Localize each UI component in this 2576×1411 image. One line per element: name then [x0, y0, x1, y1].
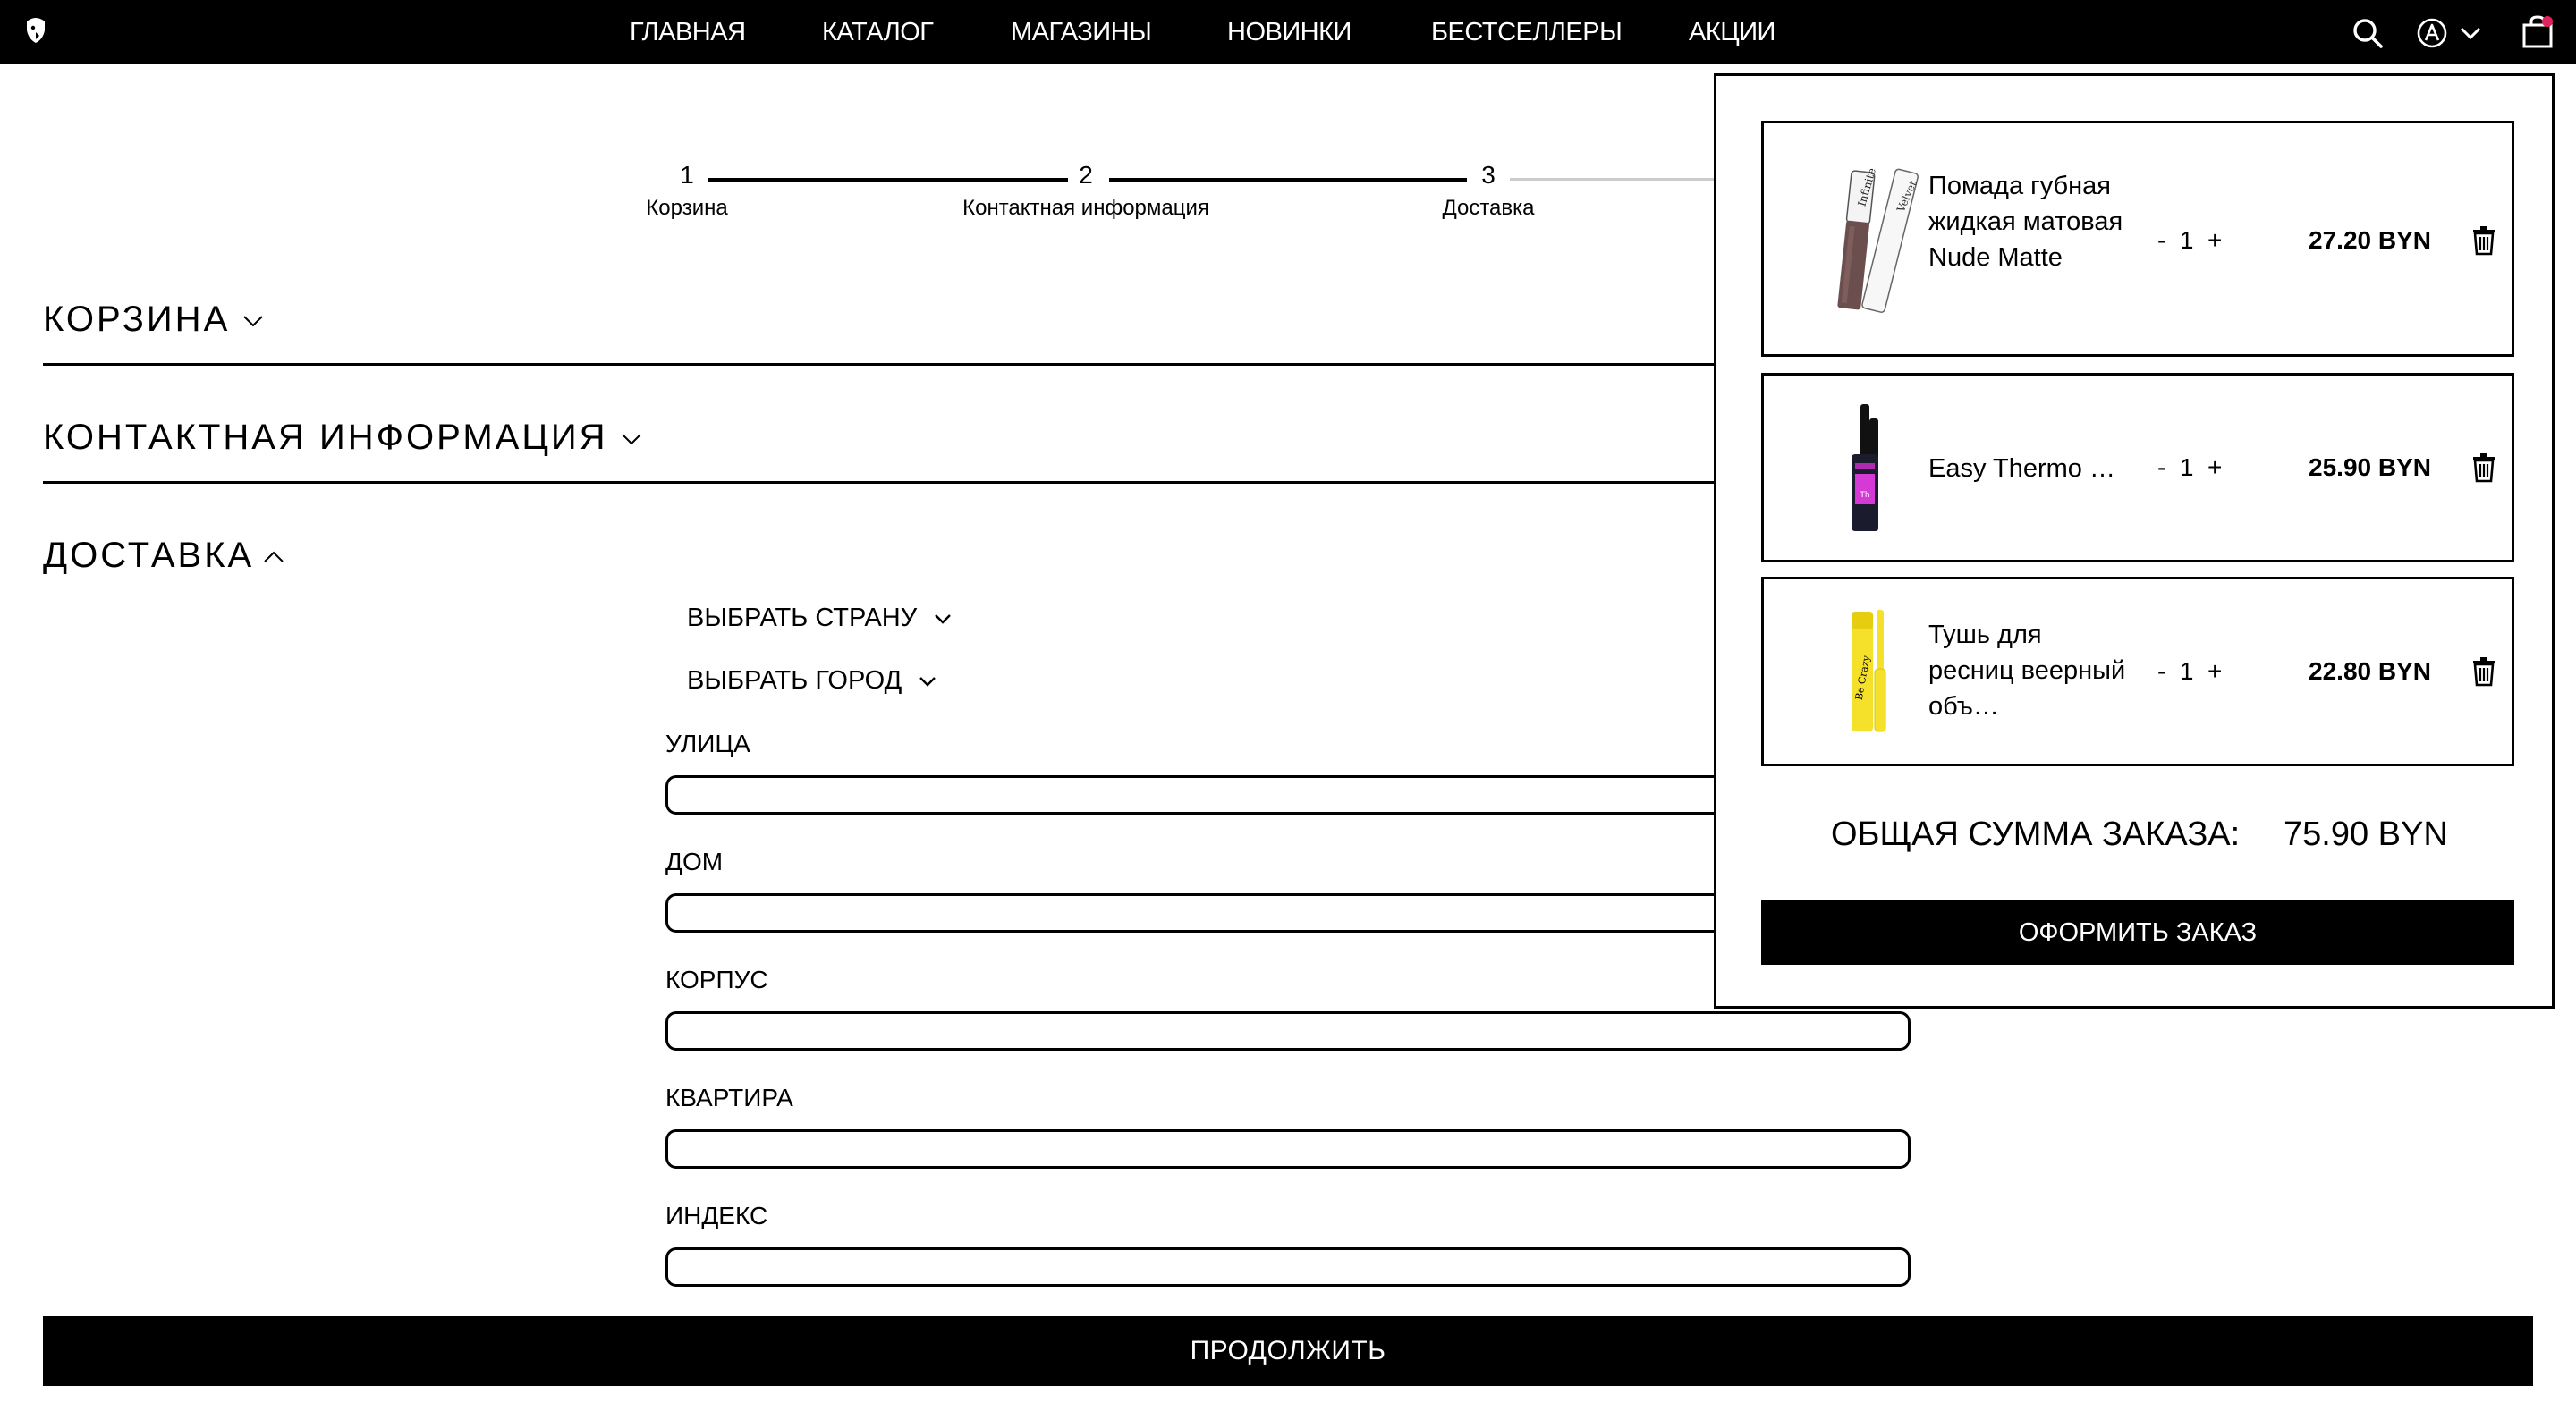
city-select-label: ВЫБРАТЬ ГОРОД: [687, 666, 902, 695]
country-select-label: ВЫБРАТЬ СТРАНУ: [687, 604, 918, 632]
product-image-mascara-thermo[interactable]: Th: [1818, 401, 1925, 535]
section-divider: [43, 481, 1832, 484]
nav-item-sales[interactable]: АКЦИИ: [1689, 18, 1775, 46]
trash-icon[interactable]: [2470, 225, 2497, 256]
section-divider: [43, 363, 1832, 366]
account-icon[interactable]: [2415, 16, 2449, 50]
trash-icon[interactable]: [2470, 452, 2497, 483]
apartment-label: КВАРТИРА: [665, 1084, 793, 1111]
quantity-value: 1: [2179, 226, 2194, 254]
chevron-down-icon: [243, 316, 263, 327]
postcode-label: ИНДЕКС: [665, 1202, 768, 1229]
cart-item-name[interactable]: Помада губная жидкая матовая Nude Matte: [1928, 168, 2134, 275]
step-connector-1: [708, 178, 1068, 182]
increase-quantity-button[interactable]: +: [2207, 225, 2222, 256]
product-image-mascara-yellow[interactable]: Be Crazy: [1818, 606, 1925, 737]
step-label-delivery[interactable]: Доставка: [1417, 195, 1560, 222]
top-navigation: ГЛАВНАЯ КАТАЛОГ МАГАЗИНЫ НОВИНКИ БЕСТСЕЛ…: [0, 0, 2576, 64]
chevron-down-icon[interactable]: [2458, 16, 2483, 50]
order-total-label: ОБЩАЯ СУММА ЗАКАЗА:: [1831, 815, 2241, 853]
quantity-stepper: - 1 +: [2157, 452, 2222, 483]
apartment-input[interactable]: [665, 1129, 1911, 1169]
trash-icon[interactable]: [2470, 656, 2497, 687]
house-label: ДОМ: [665, 848, 724, 875]
nav-item-stores[interactable]: МАГАЗИНЫ: [1011, 18, 1152, 46]
decrease-quantity-button[interactable]: -: [2157, 452, 2165, 483]
cart-item-price: 25.90 BYN: [2309, 453, 2431, 481]
order-total-value: 75.90 BYN: [2284, 815, 2448, 853]
cart-dropdown: Infinite Velvet Помада губная жидкая мат…: [1714, 73, 2555, 1009]
section-delivery-header[interactable]: ДОСТАВКА: [43, 535, 284, 576]
step-label-contact[interactable]: Контактная информация: [943, 195, 1229, 222]
step-connector-2: [1109, 178, 1467, 182]
nav-item-bestsellers[interactable]: БЕСТСЕЛЛЕРЫ: [1431, 18, 1623, 46]
increase-quantity-button[interactable]: +: [2207, 656, 2222, 687]
section-cart-title: КОРЗИНА: [43, 300, 231, 339]
section-contact-header[interactable]: КОНТАКТНАЯ ИНФОРМАЦИЯ: [43, 417, 642, 458]
cart-item: Infinite Velvet Помада губная жидкая мат…: [1761, 121, 2514, 357]
cart-item: Be Crazy Тушь для ресниц веерный объ… - …: [1761, 577, 2514, 766]
step-label-cart[interactable]: Корзина: [617, 195, 757, 222]
section-cart-header[interactable]: КОРЗИНА: [43, 299, 264, 340]
chevron-down-icon: [621, 434, 641, 445]
section-contact-title: КОНТАКТНАЯ ИНФОРМАЦИЯ: [43, 418, 608, 457]
search-icon[interactable]: [2351, 16, 2385, 50]
step-connector-3: [1510, 178, 1716, 181]
country-select[interactable]: ВЫБРАТЬ СТРАНУ: [687, 603, 953, 633]
shopping-bag-icon[interactable]: [2521, 14, 2555, 48]
section-delivery-title: ДОСТАВКА: [43, 536, 255, 575]
quantity-value: 1: [2179, 453, 2194, 481]
nav-item-new[interactable]: НОВИНКИ: [1227, 18, 1352, 46]
nav-item-home[interactable]: ГЛАВНАЯ: [630, 18, 746, 46]
chevron-up-icon: [264, 552, 284, 563]
product-image-lipstick[interactable]: Infinite Velvet: [1818, 161, 1925, 322]
street-label: УЛИЦА: [665, 730, 750, 757]
postcode-input[interactable]: [665, 1247, 1911, 1287]
chevron-down-icon: [919, 677, 936, 688]
svg-text:Th: Th: [1859, 491, 1869, 500]
cart-item: Th Easy Thermo … - 1 + 25.90 BYN: [1761, 373, 2514, 562]
quantity-value: 1: [2179, 657, 2194, 685]
decrease-quantity-button[interactable]: -: [2157, 656, 2165, 687]
city-select[interactable]: ВЫБРАТЬ ГОРОД: [687, 665, 937, 696]
building-label: КОРПУС: [665, 966, 768, 993]
step-number-1: 1: [680, 161, 694, 189]
cart-item-name[interactable]: Easy Thermo …: [1928, 451, 2134, 486]
step-number-2: 2: [1079, 161, 1093, 189]
increase-quantity-button[interactable]: +: [2207, 452, 2222, 483]
building-input[interactable]: [665, 1011, 1911, 1051]
cart-item-name[interactable]: Тушь для ресниц веерный объ…: [1928, 617, 2134, 724]
decrease-quantity-button[interactable]: -: [2157, 225, 2165, 256]
brand-logo-icon[interactable]: [23, 16, 48, 46]
checkout-button[interactable]: ОФОРМИТЬ ЗАКАЗ: [1761, 900, 2514, 965]
chevron-down-icon: [935, 614, 951, 625]
nav-item-catalog[interactable]: КАТАЛОГ: [822, 18, 934, 46]
step-number-3: 3: [1481, 161, 1496, 189]
quantity-stepper: - 1 +: [2157, 656, 2222, 687]
cart-item-price: 22.80 BYN: [2309, 657, 2431, 685]
cart-item-price: 27.20 BYN: [2309, 226, 2431, 254]
quantity-stepper: - 1 +: [2157, 225, 2222, 256]
continue-button[interactable]: ПРОДОЛЖИТЬ: [43, 1316, 2533, 1386]
